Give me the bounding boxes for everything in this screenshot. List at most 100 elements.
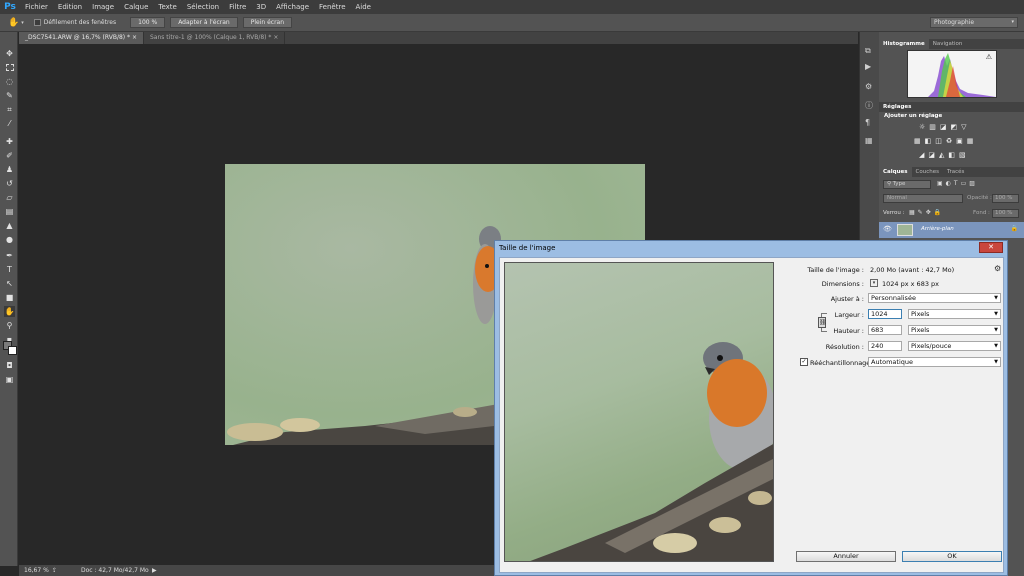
height-input[interactable]: 683 bbox=[868, 325, 902, 335]
zoom-level[interactable]: 16,67 % bbox=[24, 565, 49, 576]
resample-select[interactable]: Automatique ▼ bbox=[868, 357, 1001, 367]
path-selection-tool-icon[interactable]: ↖ bbox=[4, 278, 15, 289]
resample-checkbox[interactable]: ✓ bbox=[800, 358, 808, 366]
tab-paths[interactable]: Tracés bbox=[943, 167, 968, 177]
pen-tool-icon[interactable]: ✒ bbox=[4, 250, 15, 261]
menu-calque[interactable]: Calque bbox=[119, 0, 153, 14]
close-icon[interactable]: × bbox=[132, 34, 137, 41]
info-icon[interactable]: ⓘ bbox=[865, 100, 873, 111]
workspace-select[interactable]: Photographie ▾ bbox=[930, 17, 1018, 28]
play-action-icon[interactable]: ▶ bbox=[865, 62, 871, 71]
hand-tool-icon[interactable]: ✋ bbox=[8, 18, 19, 28]
brush-tool-icon[interactable]: ✐ bbox=[4, 150, 15, 161]
height-unit-select[interactable]: Pixels ▼ bbox=[908, 325, 1001, 335]
layer-thumbnail bbox=[897, 224, 913, 236]
chevron-down-icon[interactable]: ▾ bbox=[21, 20, 24, 26]
image-preview[interactable] bbox=[504, 262, 774, 562]
tab-histogram[interactable]: Histogramme bbox=[879, 39, 929, 49]
blend-mode-select[interactable]: Normal bbox=[883, 194, 963, 203]
hand-tool-icon[interactable]: ✋ bbox=[4, 306, 15, 317]
lock-icons[interactable]: ▦✎✥🔒 bbox=[909, 209, 944, 216]
ok-button[interactable]: OK bbox=[902, 551, 1002, 562]
marquee-tool-icon[interactable] bbox=[4, 62, 15, 73]
fill-input[interactable]: 100 % bbox=[992, 209, 1019, 218]
gear-icon[interactable]: ⚙ bbox=[994, 264, 1001, 273]
tool-presets-icon[interactable]: ⚙ bbox=[865, 82, 872, 91]
document-tabs: _DSC7541.ARW @ 16,7% (RVB/8) * × Sans ti… bbox=[19, 32, 858, 44]
zoom-100-button[interactable]: 100 % bbox=[130, 17, 166, 28]
width-unit-value: Pixels bbox=[911, 310, 930, 318]
workspace-value: Photographie bbox=[934, 19, 975, 26]
history-panel-icon[interactable]: ⧉ bbox=[865, 46, 871, 56]
dodge-tool-icon[interactable]: ● bbox=[4, 234, 15, 245]
adjustment-icons-row-3[interactable]: ◢◪◭◧▧ bbox=[919, 151, 970, 159]
type-tool-icon[interactable]: T bbox=[4, 264, 15, 275]
adjustments-title: Réglages bbox=[883, 104, 912, 110]
history-brush-tool-icon[interactable]: ↺ bbox=[4, 178, 15, 189]
eraser-tool-icon[interactable]: ▱ bbox=[4, 192, 15, 203]
menu-filtre[interactable]: Filtre bbox=[224, 0, 251, 14]
histogram-graph bbox=[928, 53, 996, 97]
adjustment-icons-row-1[interactable]: ☼▥◪◩▽ bbox=[919, 123, 971, 131]
close-icon[interactable]: × bbox=[273, 34, 278, 41]
clone-stamp-tool-icon[interactable]: ♟ bbox=[4, 164, 15, 175]
zoom-tool-icon[interactable]: ⚲ bbox=[4, 320, 15, 331]
menu-3d[interactable]: 3D bbox=[251, 0, 271, 14]
menu-aide[interactable]: Aide bbox=[351, 0, 376, 14]
layer-filter-select[interactable]: ⚲ Type bbox=[883, 180, 931, 189]
chevron-right-icon[interactable]: ▶ bbox=[152, 565, 157, 576]
lasso-tool-icon[interactable]: ◌ bbox=[4, 76, 15, 87]
blur-tool-icon[interactable]: ▲ bbox=[4, 220, 15, 231]
menu-affichage[interactable]: Affichage bbox=[271, 0, 314, 14]
menu-fenetre[interactable]: Fenêtre bbox=[314, 0, 350, 14]
chevron-down-icon: ▾ bbox=[1011, 19, 1014, 25]
gradient-tool-icon[interactable]: ▤ bbox=[4, 206, 15, 217]
chevron-down-icon[interactable]: ▾ bbox=[870, 279, 878, 287]
eyedropper-tool-icon[interactable]: ⁄ bbox=[4, 118, 15, 129]
tab-label: _DSC7541.ARW @ 16,7% (RVB/8) * bbox=[25, 34, 131, 41]
resolution-input[interactable]: 240 bbox=[868, 341, 902, 351]
eye-icon[interactable]: 👁 bbox=[883, 225, 892, 233]
options-bar: ✋ ▾ Défilement des fenêtres 100 % Adapte… bbox=[0, 14, 1024, 32]
width-unit-select[interactable]: Pixels ▼ bbox=[908, 309, 1001, 319]
menu-selection[interactable]: Sélection bbox=[182, 0, 224, 14]
scroll-all-checkbox[interactable] bbox=[33, 19, 41, 26]
tab-navigation[interactable]: Navigation bbox=[929, 39, 967, 49]
menu-edition[interactable]: Edition bbox=[53, 0, 87, 14]
properties-icon[interactable]: ▦ bbox=[865, 136, 873, 145]
rectangle-tool-icon[interactable]: ■ bbox=[4, 292, 15, 303]
share-icon[interactable]: ⇪ bbox=[52, 565, 57, 576]
move-tool-icon[interactable]: ✥ bbox=[4, 48, 15, 59]
tab-layers[interactable]: Calques bbox=[879, 167, 912, 177]
background-color-swatch[interactable] bbox=[8, 346, 17, 355]
healing-brush-tool-icon[interactable]: ✚ bbox=[4, 136, 15, 147]
tab-dsc7541[interactable]: _DSC7541.ARW @ 16,7% (RVB/8) * × bbox=[19, 32, 144, 44]
adjustment-icons-row-2[interactable]: ▦◧◫♻▣▦ bbox=[914, 137, 977, 145]
layer-row-background[interactable]: 👁 Arrière-plan 🔒 bbox=[879, 222, 1024, 238]
close-button[interactable]: ✕ bbox=[979, 242, 1003, 253]
resolution-label: Résolution : bbox=[825, 343, 864, 351]
screen-mode-icon[interactable]: ▣ bbox=[4, 374, 15, 385]
layer-filter-icons[interactable]: ▣◐T▭▨ bbox=[937, 180, 978, 187]
menu-bar: Ps Fichier Edition Image Calque Texte Sé… bbox=[0, 0, 1024, 14]
paragraph-icon[interactable]: ¶ bbox=[865, 118, 870, 127]
chevron-down-icon: ▼ bbox=[994, 295, 998, 301]
quick-selection-tool-icon[interactable]: ✎ bbox=[4, 90, 15, 101]
fit-to-select[interactable]: Personnalisée ▼ bbox=[868, 293, 1001, 303]
full-screen-button[interactable]: Plein écran bbox=[242, 17, 293, 28]
warning-icon[interactable]: ⚠ bbox=[986, 53, 992, 61]
cancel-button[interactable]: Annuler bbox=[796, 551, 896, 562]
dimensions-value: 1024 px x 683 px bbox=[882, 280, 940, 288]
menu-fichier[interactable]: Fichier bbox=[20, 0, 53, 14]
tab-sans-titre-1[interactable]: Sans titre-1 @ 100% (Calque 1, RVB/8) * … bbox=[144, 32, 286, 44]
fit-screen-button[interactable]: Adapter à l'écran bbox=[170, 17, 238, 28]
quick-mask-icon[interactable]: ◘ bbox=[4, 360, 15, 371]
chevron-down-icon: ▼ bbox=[994, 311, 998, 317]
resolution-unit-select[interactable]: Pixels/pouce ▼ bbox=[908, 341, 1001, 351]
opacity-input[interactable]: 100 % bbox=[992, 194, 1019, 203]
tab-channels[interactable]: Couches bbox=[912, 167, 943, 177]
menu-texte[interactable]: Texte bbox=[153, 0, 181, 14]
crop-tool-icon[interactable]: ⌗ bbox=[4, 104, 15, 115]
width-input[interactable]: 1024 bbox=[868, 309, 902, 319]
menu-image[interactable]: Image bbox=[87, 0, 119, 14]
